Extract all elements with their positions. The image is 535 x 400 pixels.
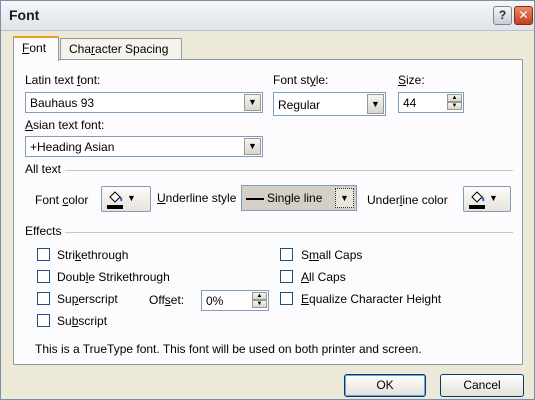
font-style-label: Font style:: [273, 73, 329, 87]
subscript-checkbox[interactable]: [37, 314, 50, 327]
tab-character-spacing[interactable]: Character Spacing: [60, 38, 182, 60]
font-tab-panel: Latin text font: Bauhaus 93 ▼ Font style…: [13, 59, 523, 365]
spin-down-icon[interactable]: ▼: [252, 300, 267, 308]
chevron-down-icon[interactable]: ▼: [367, 94, 384, 114]
latin-font-value: Bauhaus 93: [30, 96, 95, 110]
spin-down-icon[interactable]: ▼: [447, 102, 462, 110]
underline-color-button[interactable]: ▼: [463, 186, 511, 212]
strikethrough-label[interactable]: Strikethrough: [57, 248, 128, 262]
double-strikethrough-label[interactable]: Double Strikethrough: [57, 270, 170, 284]
font-color-label: Font color: [35, 193, 89, 207]
underline-style-value: Single line: [267, 191, 323, 205]
small-caps-label[interactable]: Small Caps: [301, 248, 362, 262]
truetype-note: This is a TrueType font. This font will …: [35, 342, 422, 356]
underline-style-label: Underline style: [157, 191, 237, 205]
tab-font[interactable]: Font: [13, 36, 59, 61]
double-strikethrough-checkbox[interactable]: [37, 270, 50, 283]
title-bar: Font ? ✕: [1, 1, 534, 31]
superscript-label[interactable]: Superscript: [57, 292, 118, 306]
underline-style-combobox[interactable]: Single line ▼: [241, 185, 357, 211]
chevron-down-icon[interactable]: ▼: [335, 188, 354, 208]
color-swatch: [469, 205, 485, 209]
font-style-combobox[interactable]: Regular ▼: [273, 92, 386, 116]
size-spinner[interactable]: 44 ▲ ▼: [398, 92, 464, 113]
window-title: Font: [9, 7, 40, 23]
all-caps-checkbox[interactable]: [280, 270, 293, 283]
asian-font-combobox[interactable]: +Heading Asian ▼: [25, 136, 263, 157]
effects-heading: Effects: [25, 224, 66, 238]
offset-spinner[interactable]: 0% ▲ ▼: [201, 290, 269, 311]
paint-bucket-icon: [471, 191, 485, 203]
all-caps-label[interactable]: All Caps: [301, 270, 346, 284]
spin-up-icon[interactable]: ▲: [447, 94, 462, 102]
asian-font-label: Asian text font:: [25, 118, 105, 132]
all-text-heading: All text: [25, 162, 66, 176]
paint-bucket-icon: [109, 191, 123, 203]
help-button[interactable]: ?: [493, 6, 512, 25]
ok-button[interactable]: OK: [344, 374, 426, 397]
small-caps-checkbox[interactable]: [280, 248, 293, 261]
equalize-height-checkbox[interactable]: [280, 292, 293, 305]
spin-up-icon[interactable]: ▲: [252, 292, 267, 300]
close-button[interactable]: ✕: [514, 6, 533, 25]
strikethrough-checkbox[interactable]: [37, 248, 50, 261]
chevron-down-icon[interactable]: ▼: [244, 94, 261, 111]
effects-divider: [25, 232, 513, 233]
subscript-label[interactable]: Subscript: [57, 314, 107, 328]
equalize-height-label[interactable]: Equalize Character Height: [301, 292, 441, 306]
size-value: 44: [403, 96, 417, 110]
chevron-down-icon: ▼: [489, 193, 498, 203]
close-icon: ✕: [518, 8, 529, 22]
latin-font-label: Latin text font:: [25, 73, 101, 87]
offset-value: 0%: [206, 294, 224, 308]
underline-preview: [246, 198, 264, 200]
superscript-checkbox[interactable]: [37, 292, 50, 305]
cancel-button[interactable]: Cancel: [440, 374, 524, 397]
all-text-divider: [25, 170, 513, 171]
asian-font-value: +Heading Asian: [30, 140, 115, 154]
size-label: Size:: [398, 73, 425, 87]
font-dialog: Font ? ✕ Font Character Spacing Latin te…: [0, 0, 535, 400]
chevron-down-icon[interactable]: ▼: [244, 138, 261, 155]
font-style-value: Regular: [278, 98, 321, 112]
help-icon: ?: [498, 8, 507, 22]
latin-font-combobox[interactable]: Bauhaus 93 ▼: [25, 92, 263, 113]
offset-label: Offset:: [149, 293, 185, 307]
chevron-down-icon: ▼: [127, 193, 136, 203]
font-color-button[interactable]: ▼: [101, 186, 151, 212]
underline-color-label: Underline color: [367, 193, 448, 207]
color-swatch: [107, 205, 123, 209]
